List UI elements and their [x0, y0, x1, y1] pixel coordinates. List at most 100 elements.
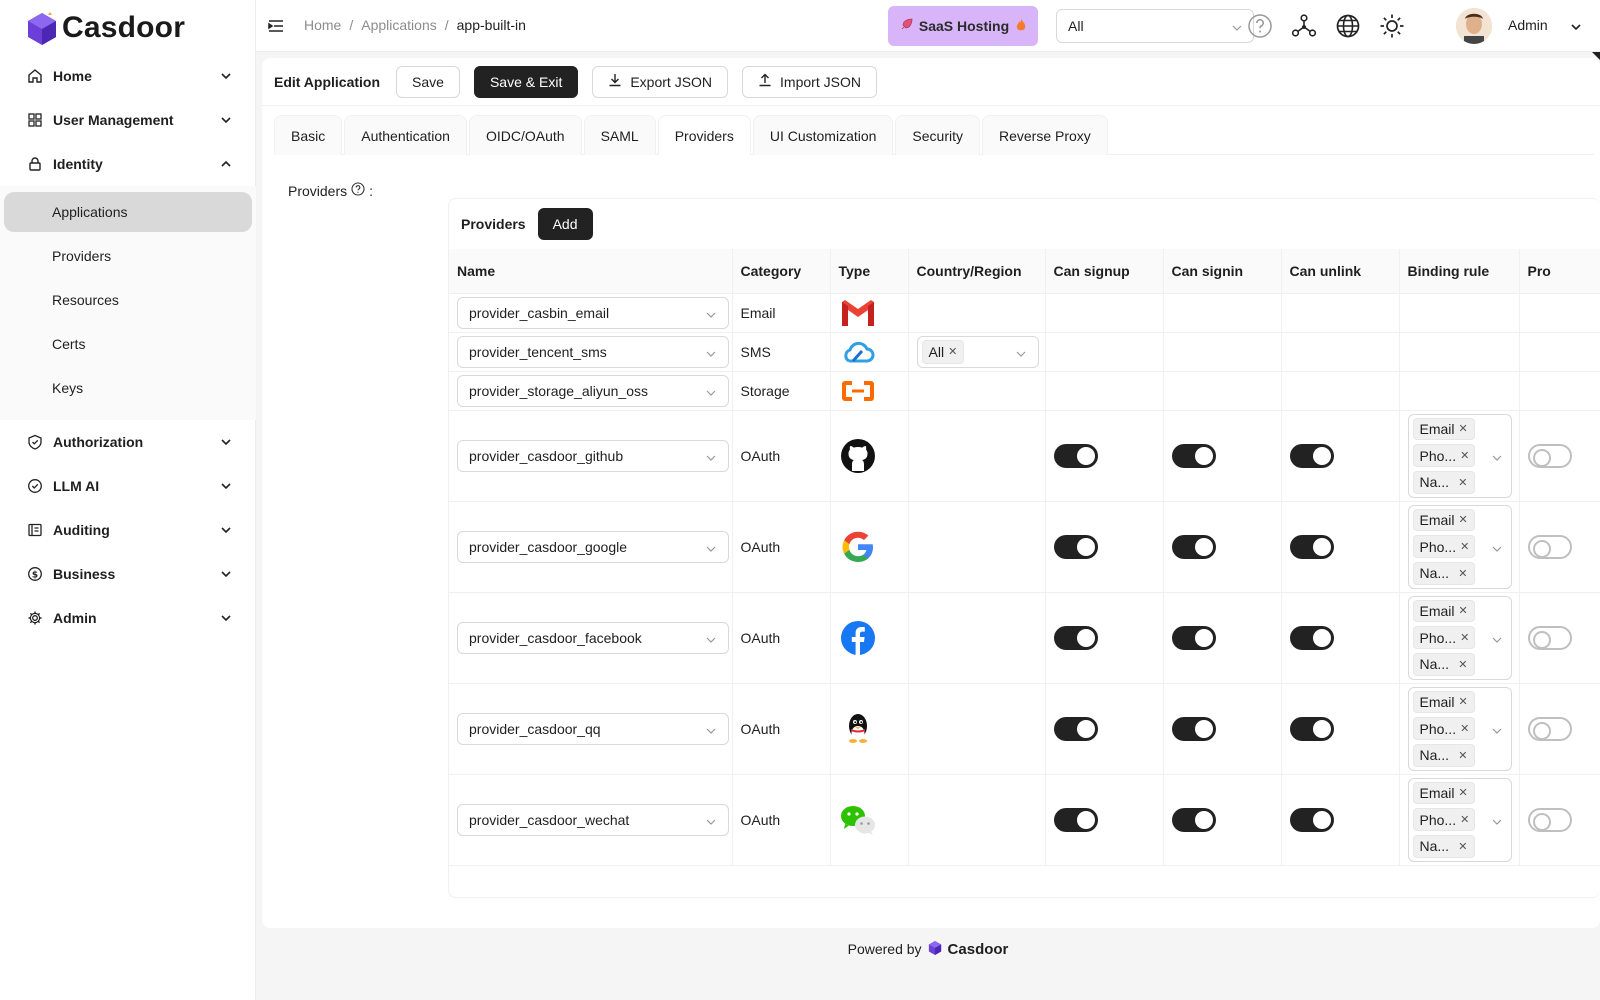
help-icon[interactable]	[1246, 12, 1274, 40]
tab-security[interactable]: Security	[895, 115, 980, 155]
close-icon[interactable]: ✕	[1460, 813, 1469, 826]
save-button[interactable]: Save	[396, 65, 460, 98]
can-unlink-toggle[interactable]	[1289, 443, 1334, 468]
footer-brand[interactable]: Casdoor	[948, 941, 1009, 958]
provider-name-select[interactable]: provider_casdoor_facebook	[457, 621, 729, 654]
sidebar-item-business[interactable]: $ Business	[0, 552, 256, 596]
pro-toggle[interactable]	[1527, 534, 1572, 559]
close-icon[interactable]: ✕	[1459, 422, 1468, 435]
wechat-icon[interactable]	[839, 801, 877, 839]
binding-rule-select[interactable]: Email ✕ Pho... ✕ Na... ✕	[1407, 413, 1512, 498]
close-icon[interactable]: ✕	[1460, 449, 1469, 462]
close-icon[interactable]: ✕	[1459, 513, 1468, 526]
tencent-cloud-icon[interactable]	[839, 333, 877, 371]
avatar[interactable]	[1456, 8, 1492, 44]
can-signup-toggle[interactable]	[1053, 716, 1098, 741]
close-icon[interactable]: ✕	[948, 345, 957, 358]
provider-name-select[interactable]: provider_storage_aliyun_oss	[457, 374, 729, 407]
provider-name-select[interactable]: provider_casdoor_qq	[457, 712, 729, 745]
sidebar-item-certs[interactable]: Certs	[4, 324, 252, 364]
binding-rule-select[interactable]: Email ✕ Pho... ✕ Na... ✕	[1407, 777, 1512, 862]
sidebar-item-admin[interactable]: Admin	[0, 596, 256, 640]
breadcrumb-home[interactable]: Home	[304, 17, 341, 33]
pro-toggle[interactable]	[1527, 807, 1572, 832]
close-icon[interactable]: ✕	[1460, 722, 1469, 735]
sun-icon[interactable]	[1378, 12, 1406, 40]
saas-hosting-button[interactable]: SaaS Hosting	[888, 6, 1038, 46]
provider-name-select[interactable]: provider_casdoor_google	[457, 530, 729, 563]
facebook-icon[interactable]	[839, 619, 877, 657]
sidebar-item-user-management[interactable]: User Management	[0, 98, 256, 142]
logo[interactable]: Casdoor	[26, 8, 185, 48]
save-exit-button[interactable]: Save & Exit	[473, 65, 579, 98]
provider-name-select[interactable]: provider_tencent_sms	[457, 335, 729, 368]
pro-toggle[interactable]	[1527, 716, 1572, 741]
close-icon[interactable]: ✕	[1458, 658, 1467, 671]
tab-ui-customization[interactable]: UI Customization	[752, 115, 894, 155]
organization-select[interactable]: All	[1056, 9, 1254, 43]
can-signin-toggle[interactable]	[1171, 625, 1216, 650]
provider-name-select[interactable]: provider_casbin_email	[457, 296, 729, 329]
aliyun-icon[interactable]	[839, 372, 877, 410]
can-signup-toggle[interactable]	[1053, 443, 1098, 468]
close-icon[interactable]: ✕	[1458, 749, 1467, 762]
can-signup-toggle[interactable]	[1053, 625, 1098, 650]
sidebar-item-home[interactable]: Home	[0, 54, 256, 98]
binding-rule-select[interactable]: Email ✕ Pho... ✕ Na... ✕	[1407, 595, 1512, 680]
tab-authentication[interactable]: Authentication	[344, 115, 467, 155]
binding-rule-select[interactable]: Email ✕ Pho... ✕ Na... ✕	[1407, 686, 1512, 771]
breadcrumb-applications[interactable]: Applications	[361, 17, 437, 33]
question-circle-icon[interactable]	[351, 182, 365, 199]
tab-basic[interactable]: Basic	[274, 115, 343, 155]
can-unlink-toggle[interactable]	[1289, 716, 1334, 741]
close-icon[interactable]: ✕	[1459, 695, 1468, 708]
sidebar-item-applications[interactable]: Applications	[4, 192, 252, 232]
can-unlink-toggle[interactable]	[1289, 625, 1334, 650]
tab-saml[interactable]: SAML	[583, 115, 656, 155]
sidebar-item-identity[interactable]: Identity	[0, 142, 256, 186]
add-provider-button[interactable]: Add	[537, 208, 593, 240]
close-icon[interactable]: ✕	[1459, 786, 1468, 799]
import-json-button[interactable]: Import JSON	[742, 65, 877, 98]
sidebar-item-auditing[interactable]: Auditing	[0, 508, 256, 552]
globe-icon[interactable]	[1334, 12, 1362, 40]
can-signin-toggle[interactable]	[1171, 534, 1216, 559]
google-icon[interactable]	[839, 528, 877, 566]
tab-oidc-oauth[interactable]: OIDC/OAuth	[468, 115, 582, 155]
can-signin-toggle[interactable]	[1171, 443, 1216, 468]
sidebar-item-providers[interactable]: Providers	[4, 236, 252, 276]
provider-name-select[interactable]: provider_casdoor_github	[457, 439, 729, 472]
github-icon[interactable]	[839, 437, 877, 475]
can-unlink-cell	[1281, 332, 1400, 372]
pro-toggle[interactable]	[1527, 443, 1572, 468]
network-icon[interactable]	[1290, 12, 1318, 40]
user-name[interactable]: Admin	[1508, 17, 1548, 33]
gmail-icon[interactable]	[839, 294, 877, 332]
close-icon[interactable]: ✕	[1460, 631, 1469, 644]
tab-providers[interactable]: Providers	[657, 115, 751, 155]
can-signin-toggle[interactable]	[1171, 716, 1216, 741]
can-signup-toggle[interactable]	[1053, 807, 1098, 832]
can-unlink-toggle[interactable]	[1289, 807, 1334, 832]
sidebar-item-llm-ai[interactable]: LLM AI	[0, 464, 256, 508]
close-icon[interactable]: ✕	[1459, 604, 1468, 617]
menu-fold-icon[interactable]	[268, 18, 284, 34]
tab-reverse-proxy[interactable]: Reverse Proxy	[982, 115, 1108, 155]
close-icon[interactable]: ✕	[1458, 567, 1467, 580]
chevron-down-icon[interactable]	[1570, 20, 1582, 36]
provider-name-select[interactable]: provider_casdoor_wechat	[457, 803, 729, 836]
export-json-button[interactable]: Export JSON	[592, 65, 729, 98]
close-icon[interactable]: ✕	[1458, 476, 1467, 489]
country-region-select[interactable]: All ✕	[916, 335, 1039, 368]
sidebar-item-keys[interactable]: Keys	[4, 368, 252, 408]
sidebar-item-resources[interactable]: Resources	[4, 280, 252, 320]
sidebar-item-authorization[interactable]: Authorization	[0, 420, 256, 464]
can-signin-toggle[interactable]	[1171, 807, 1216, 832]
close-icon[interactable]: ✕	[1458, 840, 1467, 853]
can-unlink-toggle[interactable]	[1289, 534, 1334, 559]
can-signup-toggle[interactable]	[1053, 534, 1098, 559]
qq-icon[interactable]	[839, 710, 877, 748]
close-icon[interactable]: ✕	[1460, 540, 1469, 553]
binding-rule-select[interactable]: Email ✕ Pho... ✕ Na... ✕	[1407, 504, 1512, 589]
pro-toggle[interactable]	[1527, 625, 1572, 650]
